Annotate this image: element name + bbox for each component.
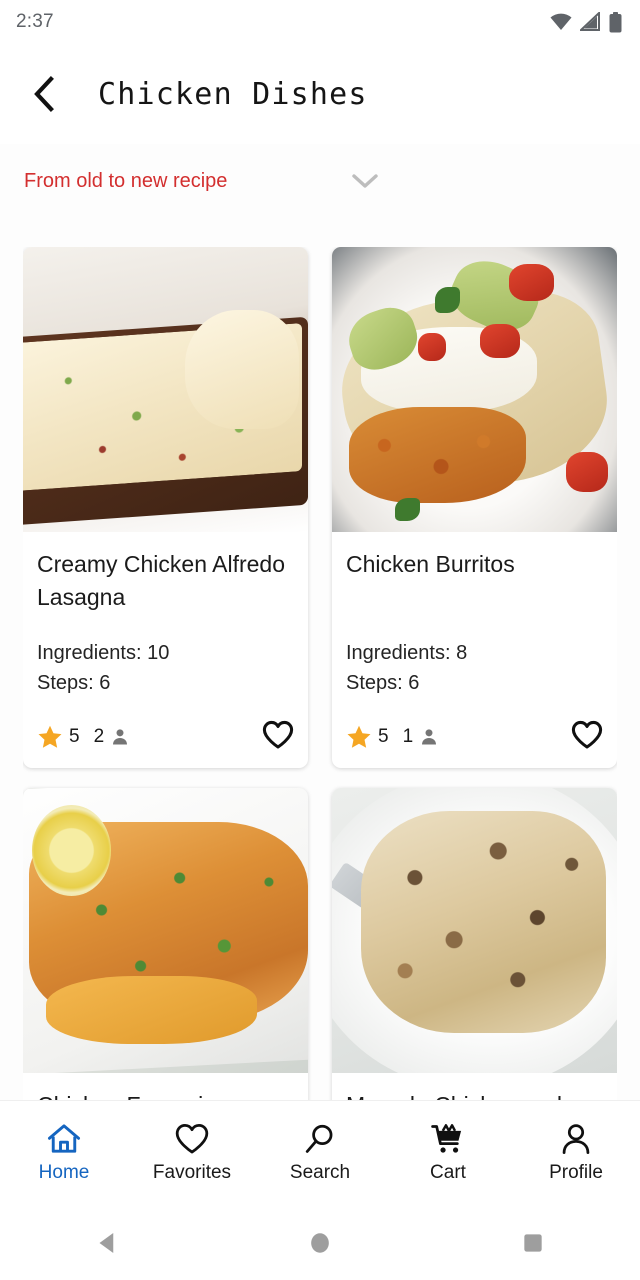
android-system-navigation	[0, 1205, 640, 1280]
nav-label-profile: Profile	[549, 1161, 603, 1183]
sort-label: From old to new recipe	[24, 169, 228, 192]
home-icon	[48, 1123, 80, 1153]
nav-item-favorites[interactable]: Favorites	[128, 1123, 256, 1184]
sort-dropdown-button[interactable]	[350, 172, 380, 190]
recipe-ingredients: Ingredients: 10	[37, 642, 170, 664]
chicken-burritos-photo	[332, 247, 617, 532]
recipe-stats: Ingredients: 8 Steps: 6	[346, 638, 603, 698]
nav-item-search[interactable]: Search	[256, 1123, 384, 1184]
star-icon	[347, 725, 371, 748]
recipe-rating: 5 1	[346, 724, 439, 750]
android-back-triangle-icon	[99, 1232, 113, 1253]
status-bar-icons	[549, 11, 622, 33]
recipe-list-screen: 2:37 Chicken Dishes From old to new reci…	[0, 0, 640, 1280]
marsala-chicken-photo	[332, 788, 617, 1073]
nav-label-cart: Cart	[430, 1161, 466, 1183]
nav-label-favorites: Favorites	[152, 1161, 232, 1183]
recipe-card-body: Chicken Burritos Ingredients: 8 Steps: 6	[332, 532, 617, 706]
nav-label-search: Search	[289, 1161, 351, 1183]
android-recents-square-icon	[524, 1233, 542, 1252]
android-home-button[interactable]	[275, 1205, 365, 1280]
star-icon	[38, 725, 62, 748]
people-count: 2	[93, 726, 105, 747]
favorite-button[interactable]	[262, 720, 294, 755]
recipe-card[interactable]: Marsala Chicken and	[332, 788, 617, 1132]
nav-item-home[interactable]: Home	[0, 1123, 128, 1184]
android-recents-button[interactable]	[488, 1205, 578, 1280]
person-icon	[422, 729, 437, 745]
chevron-down-icon	[352, 174, 379, 188]
nav-item-profile[interactable]: Profile	[512, 1123, 640, 1184]
recipe-steps: Steps: 6	[37, 672, 111, 694]
chicken-francaise-photo	[23, 788, 308, 1073]
status-bar-clock: 2:37	[16, 11, 54, 32]
bottom-navigation: Home Favorites Search Cart Profile	[0, 1100, 640, 1205]
shopping-cart-icon	[431, 1123, 462, 1153]
recipe-ingredients: Ingredients: 8	[346, 642, 468, 664]
back-button[interactable]	[18, 68, 70, 120]
recipe-image	[332, 247, 617, 532]
page-title: Chicken Dishes	[98, 76, 368, 112]
sort-control[interactable]: From old to new recipe	[0, 152, 640, 210]
recipe-card[interactable]: Creamy Chicken Alfredo Lasagna Ingredien…	[23, 247, 308, 768]
battery-icon	[609, 11, 622, 32]
recipe-card-body: Creamy Chicken Alfredo Lasagna Ingredien…	[23, 532, 308, 706]
recipe-image	[332, 788, 617, 1073]
recipe-card-footer: 5 1	[332, 706, 617, 768]
nav-item-cart[interactable]: Cart	[384, 1123, 512, 1184]
app-bar: Chicken Dishes	[0, 44, 640, 144]
recipe-rating: 5 2	[37, 724, 130, 750]
recipe-image	[23, 788, 308, 1073]
recipe-title: Creamy Chicken Alfredo Lasagna	[37, 551, 285, 611]
people-count: 1	[402, 726, 414, 747]
person-icon	[113, 729, 128, 745]
rating-value: 5	[378, 726, 389, 747]
recipe-title: Chicken Burritos	[346, 551, 515, 577]
android-home-circle-icon	[311, 1232, 329, 1253]
heart-outline-icon	[175, 1123, 209, 1153]
wifi-icon	[550, 13, 572, 30]
recipe-stats: Ingredients: 10 Steps: 6	[37, 638, 294, 698]
back-chevron-icon	[34, 76, 54, 112]
recipe-card-footer: 5 2	[23, 706, 308, 768]
android-back-button[interactable]	[62, 1205, 152, 1280]
recipe-card[interactable]: Chicken Burritos Ingredients: 8 Steps: 6…	[332, 247, 617, 768]
heart-outline-icon	[571, 720, 603, 749]
heart-outline-icon	[262, 720, 294, 749]
rating-value: 5	[69, 726, 80, 747]
status-bar: 2:37	[0, 0, 640, 44]
recipe-image	[23, 247, 308, 532]
favorite-button[interactable]	[571, 720, 603, 755]
cellular-signal-icon	[580, 12, 600, 31]
recipe-steps: Steps: 6	[346, 672, 420, 694]
nav-label-home: Home	[38, 1161, 90, 1183]
person-icon	[562, 1123, 590, 1154]
creamy-chicken-alfredo-lasagna-photo	[23, 247, 308, 532]
recipe-grid: Creamy Chicken Alfredo Lasagna Ingredien…	[23, 247, 617, 1132]
search-icon	[305, 1124, 333, 1153]
recipe-card[interactable]: Chicken Francaise	[23, 788, 308, 1132]
